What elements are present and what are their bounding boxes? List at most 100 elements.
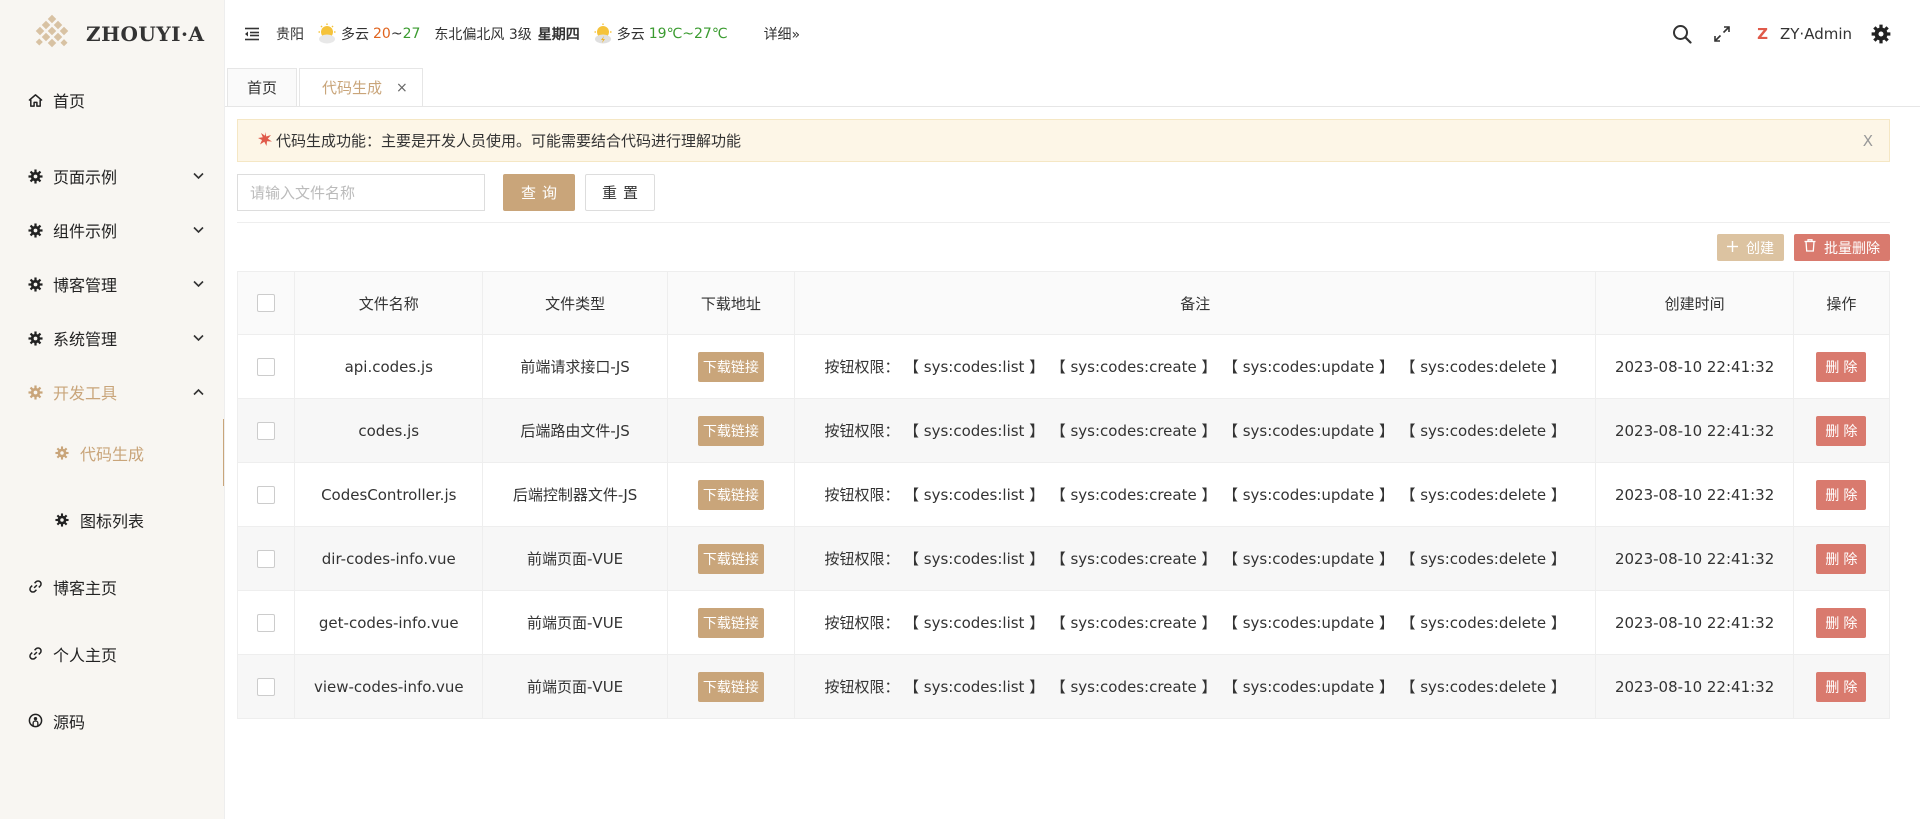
permission-item: 【 sys:codes:create 】	[1058, 550, 1217, 568]
column-header: 备注	[793, 271, 1597, 335]
delete-button[interactable]: 删除	[1816, 479, 1867, 510]
sidebar-item-page-examples[interactable]: 页面示例	[0, 149, 224, 203]
close-icon[interactable]: ×	[396, 80, 408, 96]
select-all-checkbox[interactable]	[257, 294, 276, 313]
permission-item: 【 sys:codes:update 】	[1230, 678, 1394, 696]
delete-button[interactable]: 删除	[1816, 671, 1867, 702]
download-link-button[interactable]: 下载链接	[697, 543, 764, 574]
download-cell: 下载链接	[666, 398, 795, 463]
file-type-cell: 前端页面-VUE	[482, 654, 668, 719]
filename-search-input[interactable]	[237, 174, 485, 211]
table-row: api.codes.js 前端请求接口-JS 下载链接 按钮权限： 【 sys:c…	[236, 334, 1891, 399]
permission-list: 按钮权限： 【 sys:codes:list 】【 sys:codes:creat…	[825, 614, 1566, 632]
row-checkbox[interactable]	[257, 549, 276, 568]
permission-prefix: 按钮权限：	[824, 422, 900, 440]
remark-cell: 按钮权限： 【 sys:codes:list 】【 sys:codes:creat…	[793, 334, 1597, 399]
batch-delete-button[interactable]: 批量删除	[1794, 234, 1890, 261]
user-menu[interactable]: Z ZY·Admin	[1757, 25, 1852, 43]
download-cell: 下载链接	[666, 334, 795, 399]
delete-button[interactable]: 删除	[1816, 415, 1867, 446]
permission-prefix: 按钮权限：	[824, 486, 900, 504]
delete-button[interactable]: 删除	[1816, 607, 1867, 638]
file-name-cell: get-codes-info.vue	[294, 590, 484, 655]
tab-label: 代码生成	[322, 79, 383, 97]
row-checkbox[interactable]	[257, 613, 276, 632]
query-button[interactable]: 查询	[503, 174, 575, 211]
sidebar-item-code-generation[interactable]: 代码生成	[0, 419, 224, 486]
notice-banner: 代码生成功能：主要是开发人员使用。可能需要结合代码进行理解功能 X	[237, 119, 1890, 162]
reset-button[interactable]: 重置	[585, 174, 655, 211]
sidebar-item-icon-list[interactable]: 图标列表	[0, 486, 224, 553]
chevron-down-icon	[193, 170, 204, 183]
weather-detail-link[interactable]: 详细»	[764, 24, 801, 44]
permission-list: 按钮权限： 【 sys:codes:list 】【 sys:codes:creat…	[825, 422, 1566, 440]
table-row: CodesController.js 后端控制器文件-JS 下载链接 按钮权限：…	[236, 462, 1891, 527]
row-checkbox[interactable]	[257, 677, 276, 696]
row-select-cell	[236, 398, 296, 463]
search-icon[interactable]	[1671, 23, 1693, 45]
download-link-button[interactable]: 下载链接	[697, 607, 764, 638]
table-header-row: 文件名称 文件类型 下载地址 备注 创建时间 操作	[236, 271, 1891, 335]
chevron-down-icon	[193, 224, 204, 237]
actions-cell: 删除	[1792, 654, 1891, 719]
sidebar-item-component-examples[interactable]: 组件示例	[0, 203, 224, 257]
file-type-cell: 前端请求接口-JS	[482, 334, 668, 399]
partly-cloudy-icon	[592, 23, 614, 45]
row-select-cell	[236, 654, 296, 719]
created-time-cell: 2023-08-10 22:41:32	[1595, 334, 1794, 399]
sidebar-item-blog-management[interactable]: 博客管理	[0, 257, 224, 311]
create-button[interactable]: 创建	[1717, 234, 1784, 261]
notice-close-button[interactable]: X	[1863, 132, 1873, 150]
sidebar-item-label: 首页	[53, 92, 86, 111]
sidebar-item-home[interactable]: 首页	[0, 73, 224, 127]
weather-today-high: 20	[373, 26, 391, 42]
row-checkbox[interactable]	[257, 485, 276, 504]
sidebar-item-source-code[interactable]: 源码	[0, 687, 224, 754]
app-root: ZHOUYI·A 首页 页面示例 组件示例 博客管理 系统管理 开发工具 代码生…	[0, 0, 1920, 819]
permission-item: 【 sys:codes:list 】	[911, 358, 1045, 376]
menu-fold-icon[interactable]	[242, 24, 262, 44]
row-checkbox[interactable]	[257, 357, 276, 376]
chevron-down-icon	[193, 332, 204, 345]
permission-item: 【 sys:codes:list 】	[911, 614, 1045, 632]
created-time-cell: 2023-08-10 22:41:32	[1595, 654, 1794, 719]
download-link-button[interactable]: 下载链接	[697, 671, 764, 702]
sidebar-item-label: 系统管理	[53, 330, 118, 349]
settings-icon[interactable]	[1870, 23, 1892, 45]
remark-cell: 按钮权限： 【 sys:codes:list 】【 sys:codes:creat…	[793, 654, 1597, 719]
permission-item: 【 sys:codes:delete 】	[1407, 486, 1566, 504]
sidebar-item-system-management[interactable]: 系统管理	[0, 311, 224, 365]
row-select-cell	[236, 334, 296, 399]
tab-home[interactable]: 首页	[227, 68, 298, 106]
file-name-cell: CodesController.js	[294, 462, 484, 527]
permission-prefix: 按钮权限：	[824, 550, 900, 568]
permission-list: 按钮权限： 【 sys:codes:list 】【 sys:codes:creat…	[825, 678, 1566, 696]
permission-item: 【 sys:codes:delete 】	[1407, 422, 1566, 440]
delete-button[interactable]: 删除	[1816, 351, 1867, 382]
row-select-cell	[236, 526, 296, 591]
fullscreen-icon[interactable]	[1711, 23, 1733, 45]
logo[interactable]: ZHOUYI·A	[0, 0, 224, 68]
header-actions: Z ZY·Admin	[1653, 0, 1892, 68]
batch-delete-label: 批量删除	[1824, 240, 1880, 257]
user-avatar: Z	[1757, 25, 1768, 43]
tab-code-generation[interactable]: 代码生成 ×	[299, 68, 423, 106]
download-link-button[interactable]: 下载链接	[697, 479, 764, 510]
sidebar-item-dev-tools[interactable]: 开发工具	[0, 365, 224, 419]
sidebar-menu: 首页 页面示例 组件示例 博客管理 系统管理 开发工具 代码生成 图标列表 博客…	[0, 73, 224, 754]
chevron-up-icon	[193, 386, 204, 399]
remark-cell: 按钮权限： 【 sys:codes:list 】【 sys:codes:creat…	[793, 462, 1597, 527]
created-time-cell: 2023-08-10 22:41:32	[1595, 590, 1794, 655]
gear-icon	[27, 222, 43, 238]
download-link-button[interactable]: 下载链接	[697, 415, 764, 446]
permission-item: 【 sys:codes:update 】	[1230, 550, 1394, 568]
sidebar-item-label: 开发工具	[53, 384, 118, 403]
delete-button[interactable]: 删除	[1816, 543, 1867, 574]
sidebar-item-label: 页面示例	[53, 168, 118, 187]
permission-list: 按钮权限： 【 sys:codes:list 】【 sys:codes:creat…	[825, 550, 1566, 568]
created-time-cell: 2023-08-10 22:41:32	[1595, 462, 1794, 527]
row-checkbox[interactable]	[257, 421, 276, 440]
sidebar-item-blog-home[interactable]: 博客主页	[0, 553, 224, 620]
download-link-button[interactable]: 下载链接	[697, 351, 764, 382]
sidebar-item-personal-home[interactable]: 个人主页	[0, 620, 224, 687]
